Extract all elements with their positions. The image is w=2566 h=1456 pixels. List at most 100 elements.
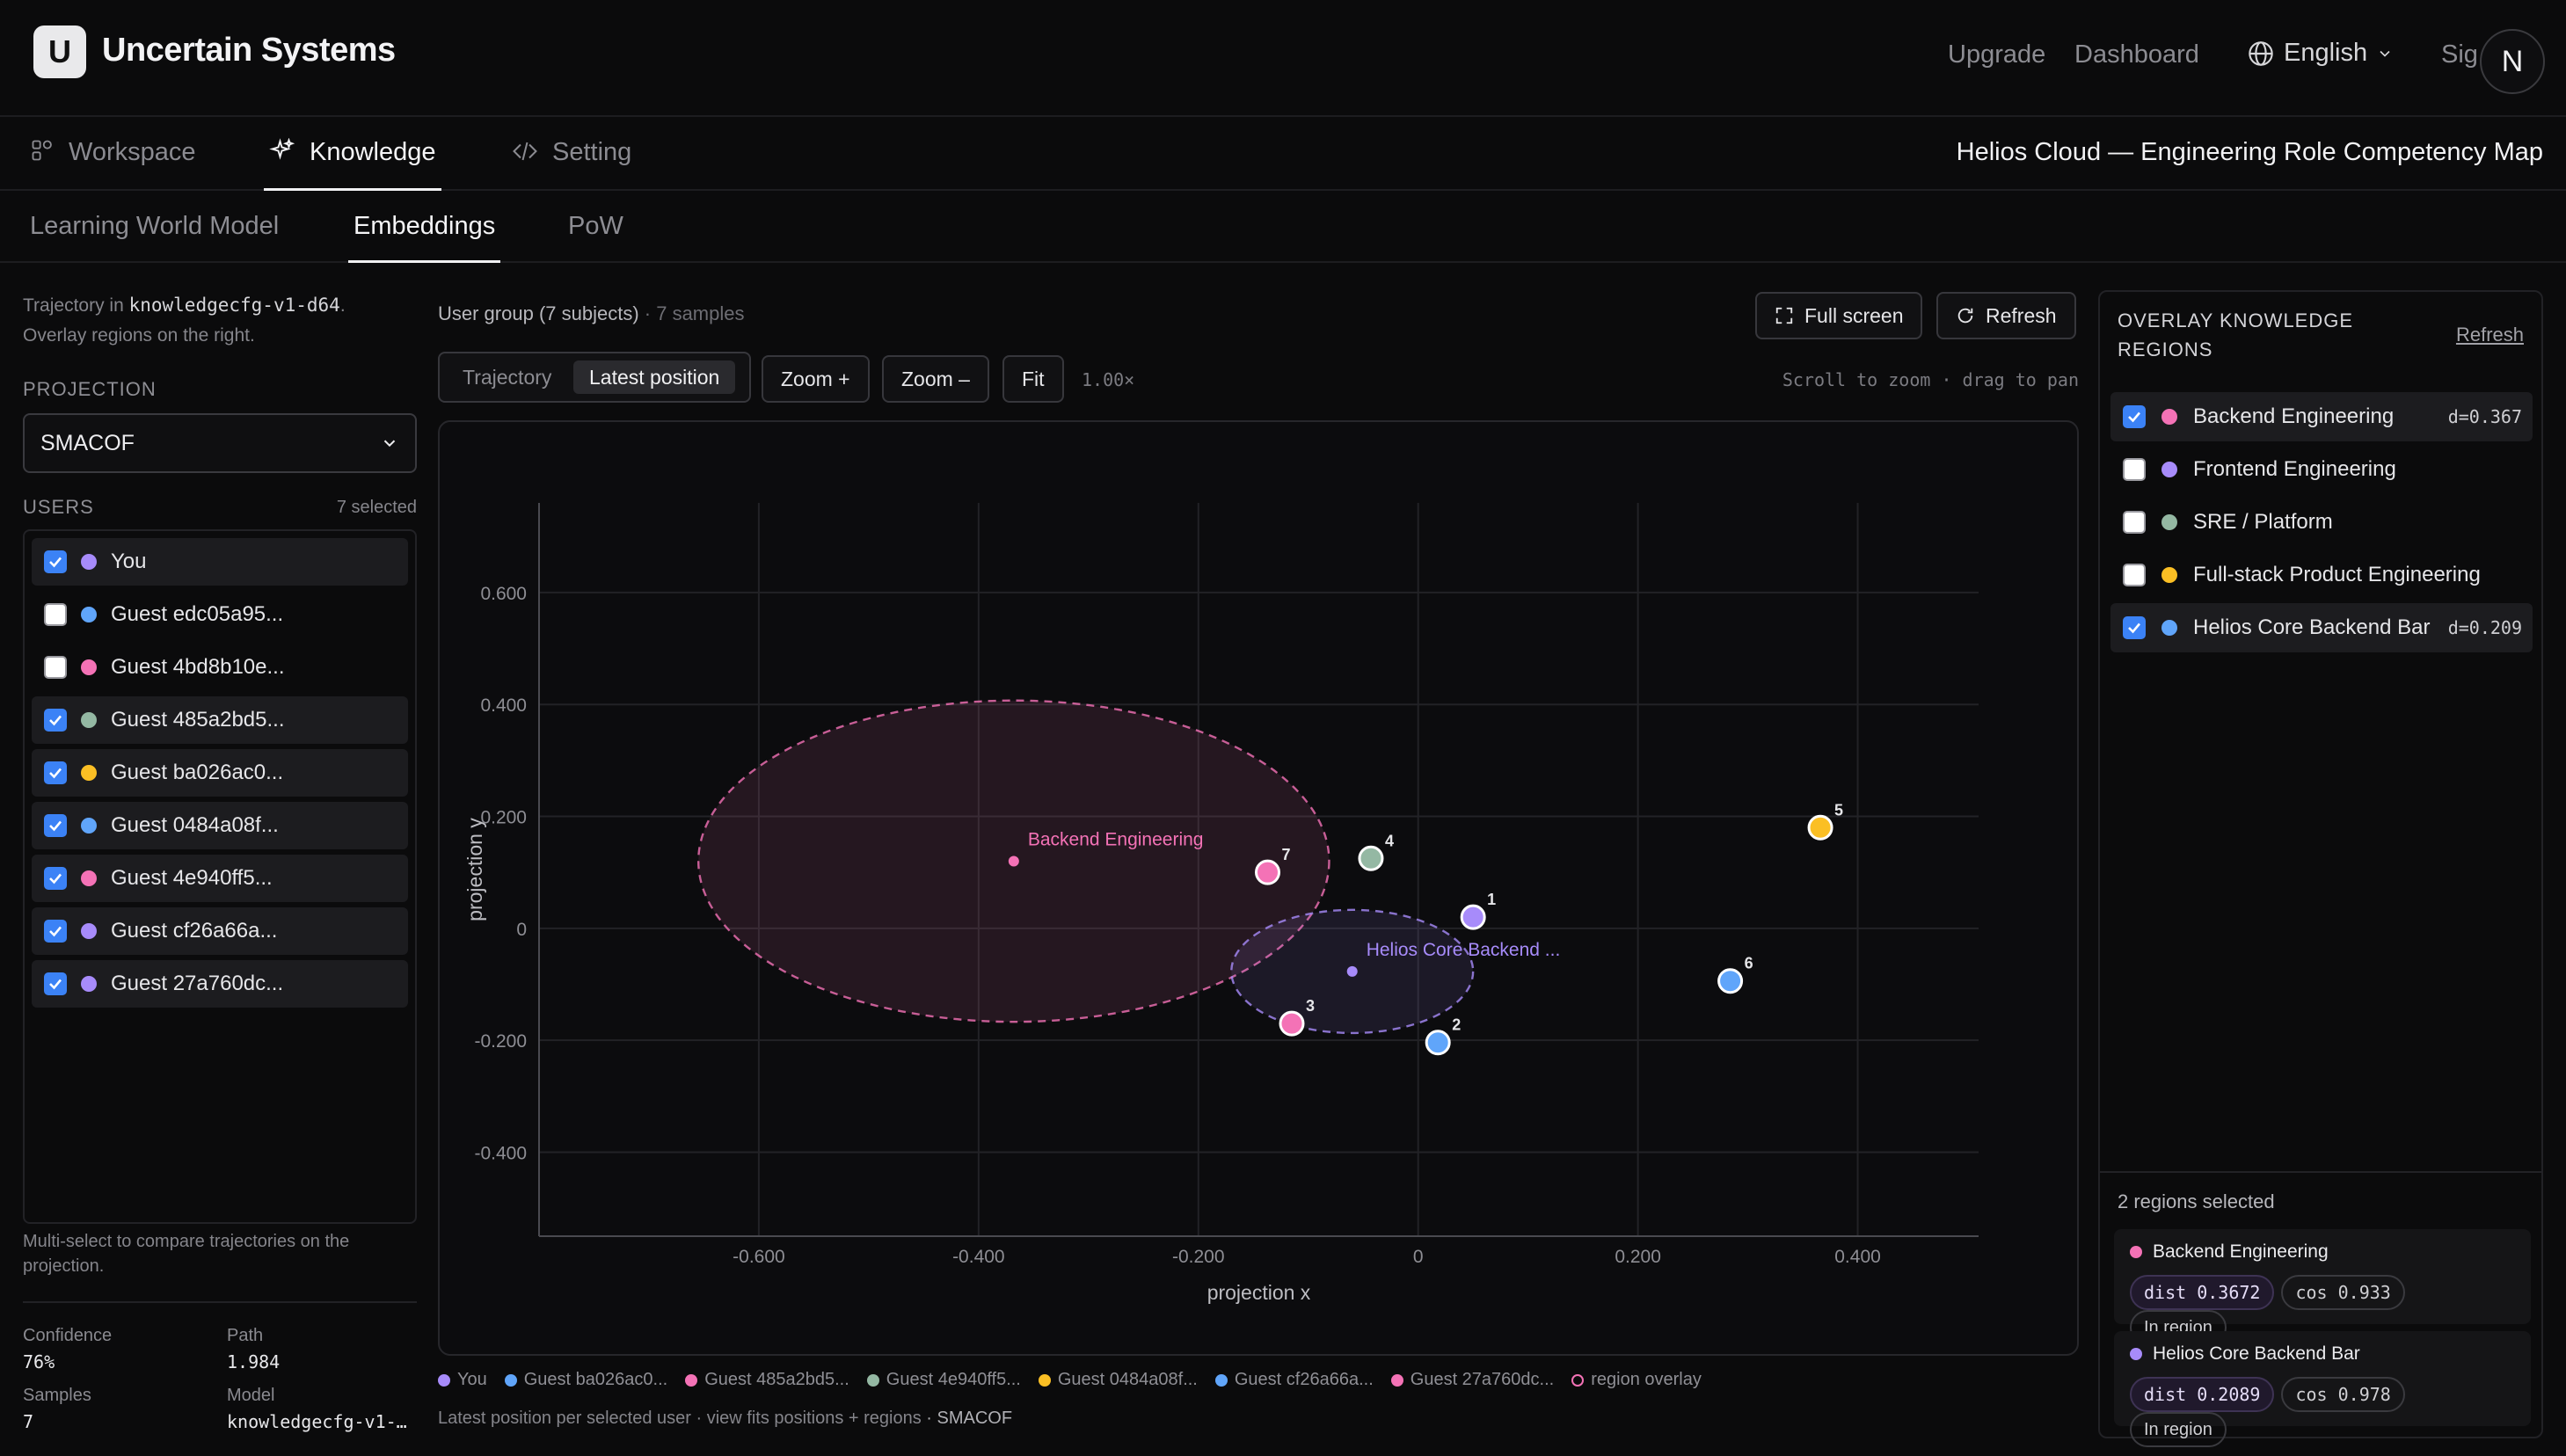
brand-name[interactable]: Uncertain Systems bbox=[102, 32, 396, 69]
user-color-dot bbox=[81, 870, 97, 886]
user-checkbox[interactable] bbox=[44, 814, 67, 837]
user-checkbox[interactable] bbox=[44, 709, 67, 732]
region-row[interactable]: Backend Engineering d=0.367 bbox=[2110, 392, 2533, 441]
fit-button[interactable]: Fit bbox=[1002, 355, 1064, 403]
zoom-in-button[interactable]: Zoom + bbox=[762, 355, 870, 403]
users-list: You Guest edc05a95... Guest 4bd8b10e... Gue… bbox=[23, 529, 417, 1224]
logo-icon[interactable]: U bbox=[33, 25, 86, 78]
main-nav: Workspace Knowledge Setting Helios Cloud… bbox=[0, 119, 2566, 191]
signin-link[interactable]: Sig bbox=[2441, 40, 2478, 69]
status-pill: In region bbox=[2130, 1412, 2227, 1447]
point-label: 4 bbox=[1385, 832, 1394, 849]
user-row[interactable]: Guest edc05a95... bbox=[32, 591, 408, 638]
region-checkbox[interactable] bbox=[2123, 458, 2146, 481]
data-point[interactable] bbox=[1425, 1030, 1451, 1056]
user-checkbox[interactable] bbox=[44, 550, 67, 573]
x-tick-label: 0.400 bbox=[1834, 1247, 1881, 1267]
regions-refresh-link[interactable]: Refresh bbox=[2456, 324, 2524, 346]
mode-latest-position[interactable]: Latest position bbox=[573, 360, 736, 394]
users-count: 7 selected bbox=[336, 498, 417, 517]
globe-icon bbox=[2249, 40, 2273, 66]
stat-samples: Samples 7 bbox=[23, 1386, 91, 1432]
scatter-chart[interactable]: -0.600 -0.400 -0.200 0 0.200 0.400 -0.400 -0.20… bbox=[440, 422, 2077, 1354]
region-name: Full-stack Product Engineering bbox=[2193, 563, 2481, 586]
tab-learning-world-model[interactable]: Learning World Model bbox=[30, 212, 279, 263]
plot-layer: Backend Engineering Helios Core Backend .… bbox=[696, 699, 1843, 1056]
legend-label: region overlay bbox=[1591, 1370, 1702, 1389]
divider bbox=[2100, 1171, 2541, 1173]
user-row[interactable]: Guest 0484a08f... bbox=[32, 802, 408, 849]
data-point[interactable] bbox=[1358, 845, 1384, 871]
user-row[interactable]: Guest ba026ac0... bbox=[32, 749, 408, 797]
tab-setting[interactable]: Setting bbox=[512, 138, 631, 191]
user-row[interactable]: You bbox=[32, 538, 408, 586]
top-bar: U Uncertain Systems Upgrade Dashboard En… bbox=[0, 0, 2566, 117]
language-label: English bbox=[2284, 39, 2368, 67]
user-checkbox[interactable] bbox=[44, 867, 67, 890]
cos-pill: cos 0.978 bbox=[2281, 1377, 2405, 1412]
region-checkbox[interactable] bbox=[2123, 511, 2146, 534]
fullscreen-button[interactable]: Full screen bbox=[1755, 292, 1923, 339]
user-row[interactable]: Guest 4e940ff5... bbox=[32, 855, 408, 902]
data-point[interactable] bbox=[1807, 814, 1833, 841]
point-label: 1 bbox=[1487, 891, 1496, 908]
y-tick-label: 0.600 bbox=[480, 584, 527, 604]
user-name: Guest 4bd8b10e... bbox=[111, 655, 285, 679]
region-label: Helios Core Backend ... bbox=[1367, 940, 1561, 960]
data-point[interactable] bbox=[1254, 859, 1280, 885]
x-tick-label: 0.200 bbox=[1615, 1247, 1661, 1267]
legend-swatch bbox=[866, 1373, 879, 1387]
zoom-out-button[interactable]: Zoom – bbox=[882, 355, 989, 403]
cos-pill: cos 0.933 bbox=[2281, 1275, 2405, 1310]
tab-workspace[interactable]: Workspace bbox=[30, 138, 196, 191]
tab-embeddings[interactable]: Embeddings bbox=[347, 212, 501, 263]
legend-swatch bbox=[1390, 1373, 1403, 1387]
region-color-dot bbox=[2161, 409, 2177, 425]
region-card-name: Backend Engineering bbox=[2153, 1241, 2329, 1262]
point-label: 7 bbox=[1281, 846, 1290, 863]
region-name: Helios Core Backend Bar bbox=[2193, 615, 2431, 639]
stat-path: Path 1.984 bbox=[227, 1326, 281, 1372]
user-checkbox[interactable] bbox=[44, 603, 67, 626]
user-checkbox[interactable] bbox=[44, 761, 67, 784]
embedding-plot[interactable]: -0.600 -0.400 -0.200 0 0.200 0.400 -0.400 -0.20… bbox=[438, 420, 2079, 1356]
user-checkbox[interactable] bbox=[44, 656, 67, 679]
tab-knowledge[interactable]: Knowledge bbox=[264, 138, 441, 191]
tab-pow[interactable]: PoW bbox=[568, 212, 623, 263]
user-color-dot bbox=[81, 659, 97, 675]
legend-label: Guest 485a2bd5... bbox=[704, 1370, 849, 1389]
user-row[interactable]: Guest 27a760dc... bbox=[32, 960, 408, 1008]
user-row[interactable]: Guest cf26a66a... bbox=[32, 907, 408, 955]
data-point[interactable] bbox=[1279, 1010, 1305, 1037]
region-row[interactable]: Full-stack Product Engineering bbox=[2110, 550, 2533, 600]
user-row[interactable]: Guest 4bd8b10e... bbox=[32, 644, 408, 691]
user-checkbox[interactable] bbox=[44, 972, 67, 995]
region-checkbox[interactable] bbox=[2123, 405, 2146, 428]
refresh-button[interactable]: Refresh bbox=[1936, 292, 2076, 339]
data-point[interactable] bbox=[1460, 904, 1486, 930]
data-point[interactable] bbox=[1717, 968, 1744, 994]
region-checkbox[interactable] bbox=[2123, 616, 2146, 639]
user-row[interactable]: Guest 485a2bd5... bbox=[32, 696, 408, 744]
avatar[interactable]: N bbox=[2480, 29, 2545, 94]
projection-select[interactable]: SMACOF bbox=[23, 413, 417, 473]
user-checkbox[interactable] bbox=[44, 920, 67, 943]
region-distance: d=0.209 bbox=[2447, 617, 2522, 638]
dashboard-link[interactable]: Dashboard bbox=[2074, 40, 2199, 69]
language-selector[interactable]: English bbox=[2247, 39, 2394, 68]
legend-label: Guest cf26a66a... bbox=[1234, 1370, 1374, 1389]
point-label: 3 bbox=[1306, 997, 1315, 1015]
legend-swatch bbox=[1214, 1373, 1228, 1387]
region-row[interactable]: SRE / Platform bbox=[2110, 498, 2533, 547]
region-checkbox[interactable] bbox=[2123, 564, 2146, 586]
sub-nav: Learning World Model Embeddings PoW bbox=[0, 191, 2566, 263]
upgrade-link[interactable]: Upgrade bbox=[1948, 40, 2045, 69]
mode-trajectory[interactable]: Trajectory bbox=[447, 360, 567, 394]
region-row[interactable]: Helios Core Backend Bar d=0.209 bbox=[2110, 603, 2533, 652]
point-label: 6 bbox=[1745, 955, 1753, 972]
region-color-dot bbox=[2161, 620, 2177, 636]
user-color-dot bbox=[81, 923, 97, 939]
region-row[interactable]: Frontend Engineering bbox=[2110, 445, 2533, 494]
legend-item: Guest 485a2bd5... bbox=[685, 1370, 849, 1390]
legend-item: Guest cf26a66a... bbox=[1214, 1370, 1374, 1390]
